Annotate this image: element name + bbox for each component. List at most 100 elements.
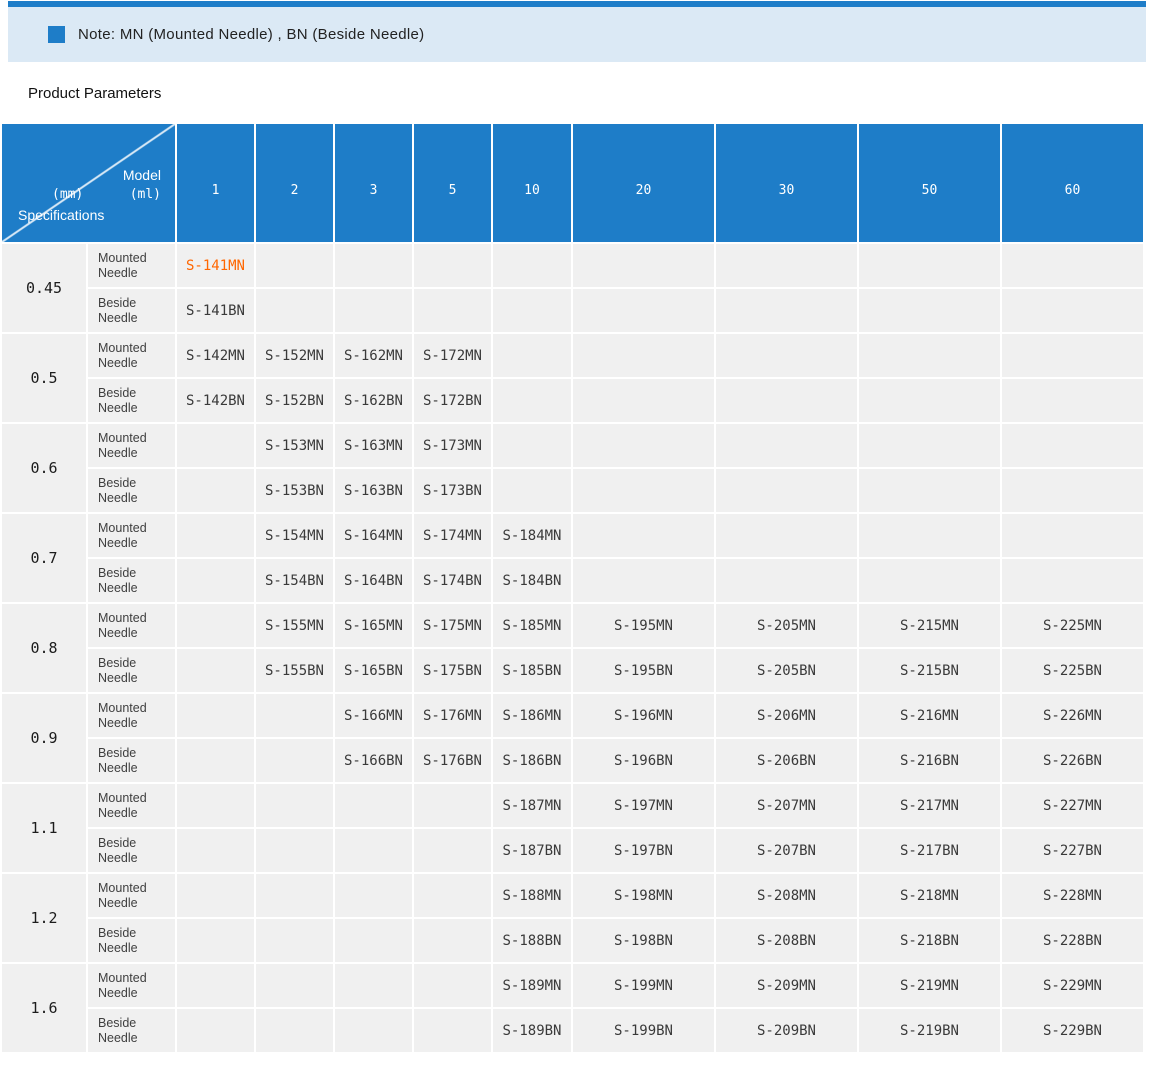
corner-header-cell: Model (ml) (mm) Specifications — [2, 124, 177, 244]
table-row: Beside NeedleS-188BNS-198BNS-208BNS-218B… — [2, 919, 1145, 964]
model-column-header: 30 — [716, 124, 859, 244]
model-code-cell: S-185MN — [493, 604, 573, 649]
empty-cell — [493, 334, 573, 379]
model-code-cell: S-186BN — [493, 739, 573, 784]
empty-cell — [256, 289, 335, 334]
model-code-cell: S-187MN — [493, 784, 573, 829]
model-code-cell: S-206MN — [716, 694, 859, 739]
empty-cell — [177, 424, 256, 469]
model-code-cell: S-205BN — [716, 649, 859, 694]
beside-needle-label: Beside Needle — [98, 386, 160, 416]
empty-cell — [335, 919, 414, 964]
model-code-cell: S-175MN — [414, 604, 493, 649]
empty-cell — [716, 559, 859, 604]
needle-type-cell: Beside Needle — [88, 289, 177, 334]
model-code-cell: S-173BN — [414, 469, 493, 514]
model-code-cell: S-195BN — [573, 649, 716, 694]
table-row: 1.1Mounted NeedleS-187MNS-197MNS-207MNS-… — [2, 784, 1145, 829]
table-row: Beside NeedleS-166BNS-176BNS-186BNS-196B… — [2, 739, 1145, 784]
model-code-cell: S-229MN — [1002, 964, 1145, 1009]
spec-value-cell: 1.6 — [2, 964, 88, 1054]
empty-cell — [414, 964, 493, 1009]
empty-cell — [177, 694, 256, 739]
model-code-cell: S-226MN — [1002, 694, 1145, 739]
empty-cell — [177, 559, 256, 604]
empty-cell — [335, 244, 414, 289]
needle-type-cell: Mounted Needle — [88, 964, 177, 1009]
model-code-cell: S-226BN — [1002, 739, 1145, 784]
spec-value-cell: 0.45 — [2, 244, 88, 334]
table-row: 0.6Mounted NeedleS-153MNS-163MNS-173MN — [2, 424, 1145, 469]
spec-value-cell: 0.6 — [2, 424, 88, 514]
model-code-cell: S-141MN — [177, 244, 256, 289]
model-column-header: 60 — [1002, 124, 1145, 244]
empty-cell — [256, 694, 335, 739]
empty-cell — [256, 739, 335, 784]
empty-cell — [716, 244, 859, 289]
empty-cell — [256, 784, 335, 829]
needle-type-cell: Beside Needle — [88, 559, 177, 604]
model-code-cell: S-174MN — [414, 514, 493, 559]
empty-cell — [1002, 424, 1145, 469]
empty-cell — [414, 919, 493, 964]
model-code-cell: S-205MN — [716, 604, 859, 649]
empty-cell — [716, 469, 859, 514]
beside-needle-label: Beside Needle — [98, 1016, 160, 1046]
model-code-cell: S-164MN — [335, 514, 414, 559]
mounted-needle-label: Mounted Needle — [98, 791, 160, 821]
model-code-cell: S-142MN — [177, 334, 256, 379]
needle-type-cell: Mounted Needle — [88, 514, 177, 559]
model-code-cell: S-162BN — [335, 379, 414, 424]
model-code-cell: S-184BN — [493, 559, 573, 604]
model-code-cell: S-216MN — [859, 694, 1002, 739]
model-code-cell: S-172MN — [414, 334, 493, 379]
empty-cell — [335, 964, 414, 1009]
empty-cell — [256, 919, 335, 964]
mounted-needle-label: Mounted Needle — [98, 971, 160, 1001]
model-code-cell: S-141BN — [177, 289, 256, 334]
empty-cell — [335, 784, 414, 829]
beside-needle-label: Beside Needle — [98, 746, 160, 776]
model-column-header: 3 — [335, 124, 414, 244]
empty-cell — [1002, 469, 1145, 514]
empty-cell — [177, 649, 256, 694]
model-code-cell: S-206BN — [716, 739, 859, 784]
model-column-header: 10 — [493, 124, 573, 244]
model-code-cell: S-196MN — [573, 694, 716, 739]
empty-cell — [716, 289, 859, 334]
model-code-cell: S-189BN — [493, 1009, 573, 1054]
empty-cell — [256, 829, 335, 874]
model-code-cell: S-218BN — [859, 919, 1002, 964]
model-code-cell: S-196BN — [573, 739, 716, 784]
table-row: Beside NeedleS-153BNS-163BNS-173BN — [2, 469, 1145, 514]
model-code-cell: S-176MN — [414, 694, 493, 739]
needle-type-cell: Beside Needle — [88, 1009, 177, 1054]
mounted-needle-label: Mounted Needle — [98, 701, 160, 731]
empty-cell — [177, 919, 256, 964]
empty-cell — [414, 1009, 493, 1054]
product-parameters-table: Model (ml) (mm) Specifications 123510203… — [2, 124, 1145, 1054]
model-code-cell: S-188MN — [493, 874, 573, 919]
needle-type-cell: Mounted Needle — [88, 424, 177, 469]
mounted-needle-label: Mounted Needle — [98, 431, 160, 461]
model-code-cell: S-189MN — [493, 964, 573, 1009]
empty-cell — [493, 244, 573, 289]
empty-cell — [573, 289, 716, 334]
mounted-needle-label: Mounted Needle — [98, 881, 160, 911]
model-code-cell: S-155BN — [256, 649, 335, 694]
empty-cell — [859, 469, 1002, 514]
empty-cell — [716, 424, 859, 469]
empty-cell — [573, 559, 716, 604]
empty-cell — [177, 604, 256, 649]
model-code-cell: S-225MN — [1002, 604, 1145, 649]
model-code-cell: S-219MN — [859, 964, 1002, 1009]
table-row: 0.7Mounted NeedleS-154MNS-164MNS-174MNS-… — [2, 514, 1145, 559]
model-code-cell: S-152BN — [256, 379, 335, 424]
model-code-cell: S-155MN — [256, 604, 335, 649]
model-code-cell: S-185BN — [493, 649, 573, 694]
spec-table-body: 0.45Mounted NeedleS-141MNBeside NeedleS-… — [2, 244, 1145, 1054]
model-code-cell: S-207BN — [716, 829, 859, 874]
model-code-cell: S-198BN — [573, 919, 716, 964]
empty-cell — [573, 379, 716, 424]
model-code-cell: S-175BN — [414, 649, 493, 694]
